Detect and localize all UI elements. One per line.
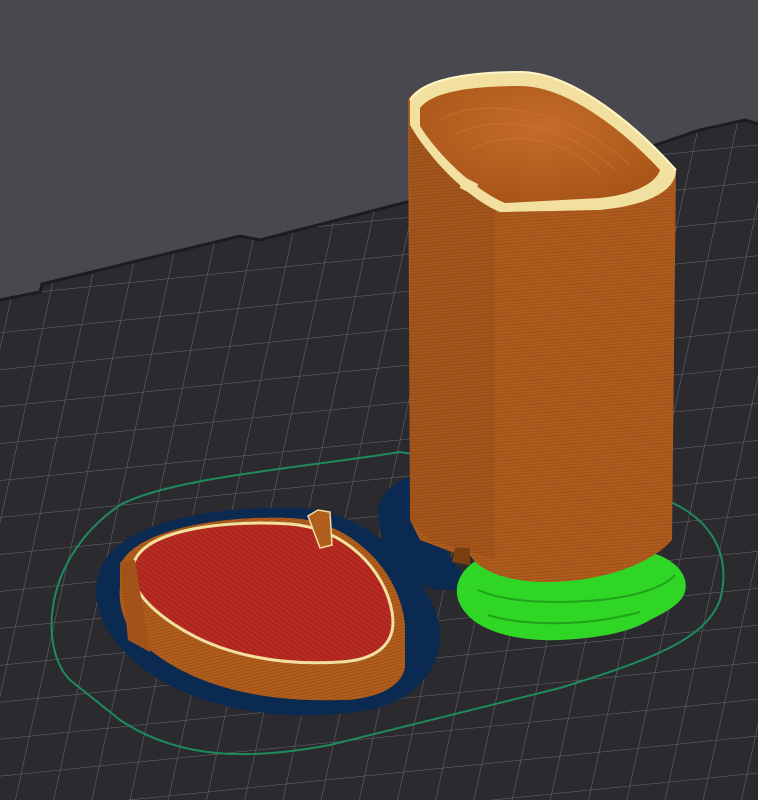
gcode-preview-canvas[interactable] — [0, 0, 758, 800]
slicer-3d-viewport[interactable] — [0, 0, 758, 800]
container-object[interactable] — [378, 70, 686, 641]
